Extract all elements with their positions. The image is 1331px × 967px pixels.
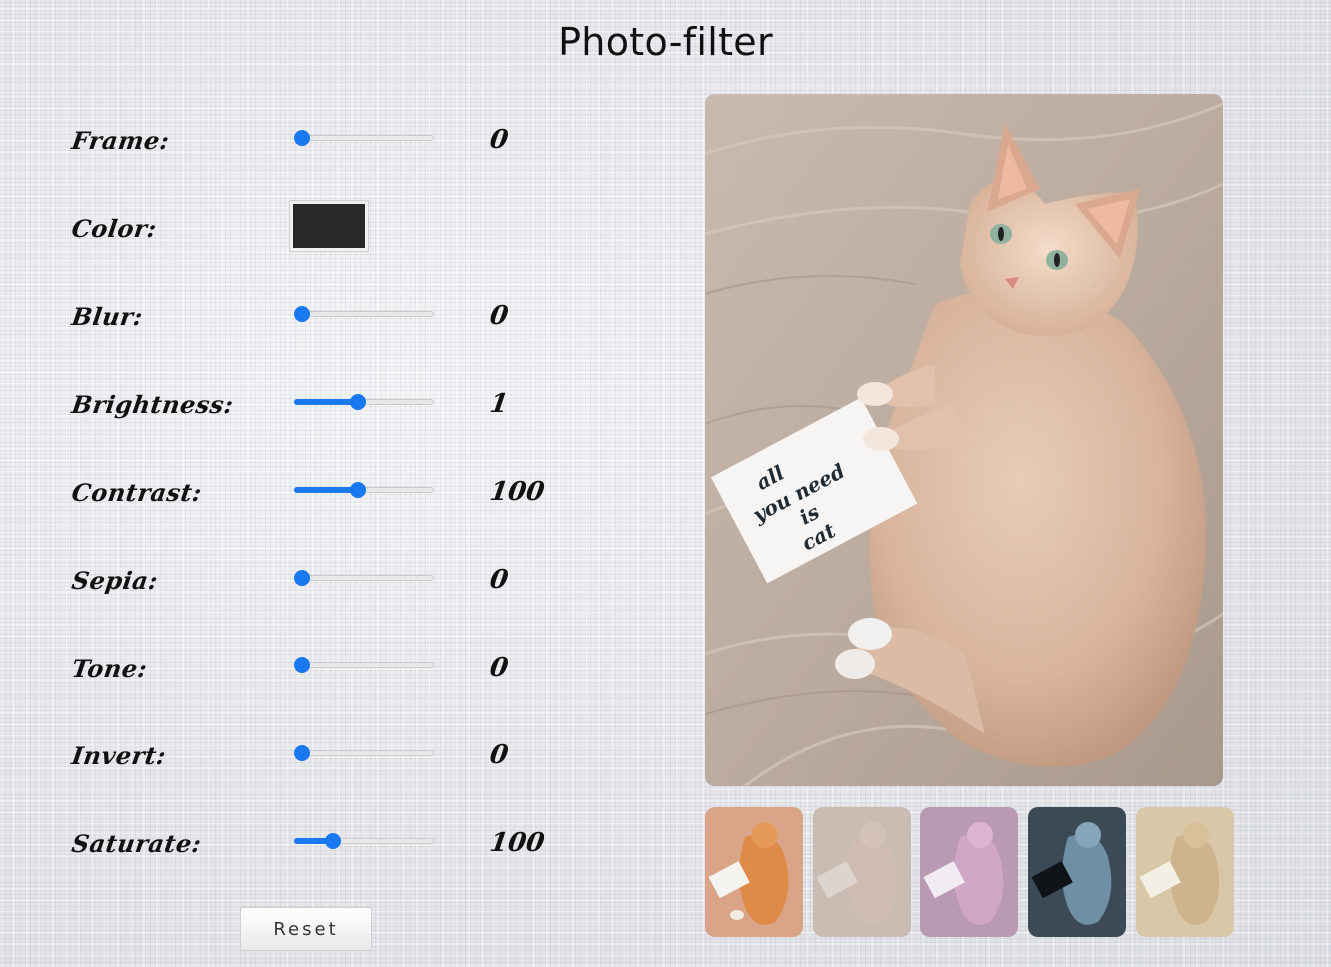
contrast-slider[interactable] [294, 480, 434, 500]
saturate-value: 100 [487, 828, 547, 858]
preset-thumbnail-3[interactable] [920, 807, 1018, 937]
saturate-label: Saturate: [69, 829, 204, 858]
preset-thumbnail-4[interactable] [1028, 807, 1126, 937]
saturate-slider[interactable] [294, 831, 434, 851]
frame-slider[interactable] [294, 128, 434, 148]
invert-slider-thumb[interactable] [294, 745, 310, 761]
color-label: Color: [69, 214, 159, 243]
saturate-slider-thumb[interactable] [325, 833, 341, 849]
preset-thumbnail-1[interactable] [705, 807, 803, 937]
sepia-label: Sepia: [69, 566, 160, 595]
cat-photo-image: all you need is cat [705, 94, 1223, 786]
frame-value: 0 [487, 125, 511, 155]
brightness-value: 1 [487, 389, 511, 419]
tone-slider[interactable] [294, 655, 434, 675]
tone-value: 0 [487, 653, 511, 683]
frame-label: Frame: [69, 126, 172, 155]
sepia-slider-thumb[interactable] [294, 570, 310, 586]
preset-thumbnail-5[interactable] [1136, 807, 1234, 937]
contrast-value: 100 [487, 477, 547, 507]
frame-slider-thumb[interactable] [294, 130, 310, 146]
sepia-slider[interactable] [294, 568, 434, 588]
brightness-label: Brightness: [69, 390, 236, 419]
invert-slider[interactable] [294, 743, 434, 763]
main-photo: all you need is cat [705, 94, 1223, 786]
invert-value: 0 [487, 740, 511, 770]
blur-label: Blur: [69, 302, 145, 331]
preset-thumbnail-2[interactable] [813, 807, 911, 937]
tone-label: Tone: [69, 654, 150, 683]
brightness-slider[interactable] [294, 392, 434, 412]
color-picker[interactable] [289, 200, 369, 252]
sepia-value: 0 [487, 565, 511, 595]
blur-slider-thumb[interactable] [294, 306, 310, 322]
page-title: Photo-filter [558, 20, 773, 64]
contrast-slider-thumb[interactable] [350, 482, 366, 498]
invert-label: Invert: [69, 741, 169, 770]
reset-button[interactable]: Reset [240, 907, 372, 951]
blur-slider[interactable] [294, 304, 434, 324]
tone-slider-thumb[interactable] [294, 657, 310, 673]
brightness-slider-thumb[interactable] [350, 394, 366, 410]
contrast-label: Contrast: [69, 478, 204, 507]
blur-value: 0 [487, 301, 511, 331]
